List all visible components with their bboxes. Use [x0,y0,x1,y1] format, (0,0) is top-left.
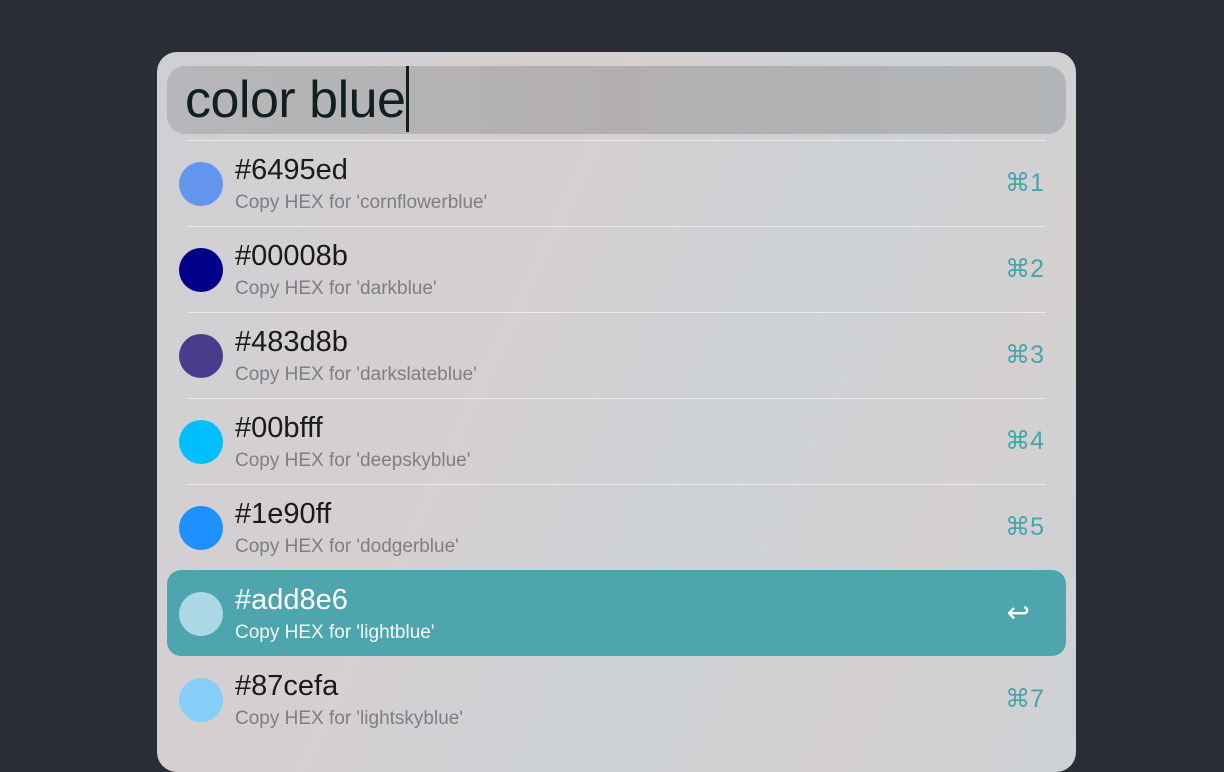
search-query: color blue [185,71,406,129]
shortcut-hint: ⌘1 [1005,169,1044,197]
search-input[interactable]: color blue [185,66,410,134]
result-subtitle: Copy HEX for 'deepskyblue' [235,450,471,471]
result-title: #00bfff [235,412,323,444]
result-title: #87cefa [235,670,339,702]
result-subtitle: Copy HEX for 'dodgerblue' [235,536,459,557]
color-swatch-icon [179,506,223,550]
color-swatch-icon [179,592,223,636]
result-subtitle: Copy HEX for 'cornflowerblue' [235,192,488,213]
shortcut-hint: ⌘5 [1005,513,1044,541]
results-list: #6495ed Copy HEX for 'cornflowerblue' ⌘1… [167,140,1066,742]
result-title: #1e90ff [235,498,332,530]
shortcut-hint: ⌘4 [1005,427,1044,455]
result-title: #00008b [235,240,348,272]
result-subtitle: Copy HEX for 'darkblue' [235,278,437,299]
shortcut-hint: ⌘7 [1005,685,1044,713]
return-key-icon: ↩ [1006,596,1030,629]
shortcut-hint: ⌘3 [1005,341,1044,369]
text-caret [406,66,410,132]
launcher-panel: color blue #6495ed Copy HEX for 'cornflo… [157,52,1076,772]
color-swatch-icon [179,248,223,292]
result-subtitle: Copy HEX for 'lightskyblue' [235,708,463,729]
result-subtitle: Copy HEX for 'darkslateblue' [235,364,477,385]
result-title: #add8e6 [235,584,348,616]
result-row[interactable]: #00008b Copy HEX for 'darkblue' ⌘2 [167,226,1066,312]
result-subtitle: Copy HEX for 'lightblue' [235,622,435,643]
color-swatch-icon [179,420,223,464]
result-row[interactable]: #87cefa Copy HEX for 'lightskyblue' ⌘7 [167,656,1066,742]
result-row[interactable]: #1e90ff Copy HEX for 'dodgerblue' ⌘5 [167,484,1066,570]
color-swatch-icon [179,678,223,722]
shortcut-hint: ⌘2 [1005,255,1044,283]
result-row[interactable]: #6495ed Copy HEX for 'cornflowerblue' ⌘1 [167,140,1066,226]
search-bar[interactable]: color blue [167,66,1066,134]
result-row[interactable]: #00bfff Copy HEX for 'deepskyblue' ⌘4 [167,398,1066,484]
result-title: #483d8b [235,326,348,358]
result-row-selected[interactable]: #add8e6 Copy HEX for 'lightblue' ↩ [167,570,1066,656]
color-swatch-icon [179,162,223,206]
color-swatch-icon [179,334,223,378]
result-title: #6495ed [235,154,348,186]
result-row[interactable]: #483d8b Copy HEX for 'darkslateblue' ⌘3 [167,312,1066,398]
